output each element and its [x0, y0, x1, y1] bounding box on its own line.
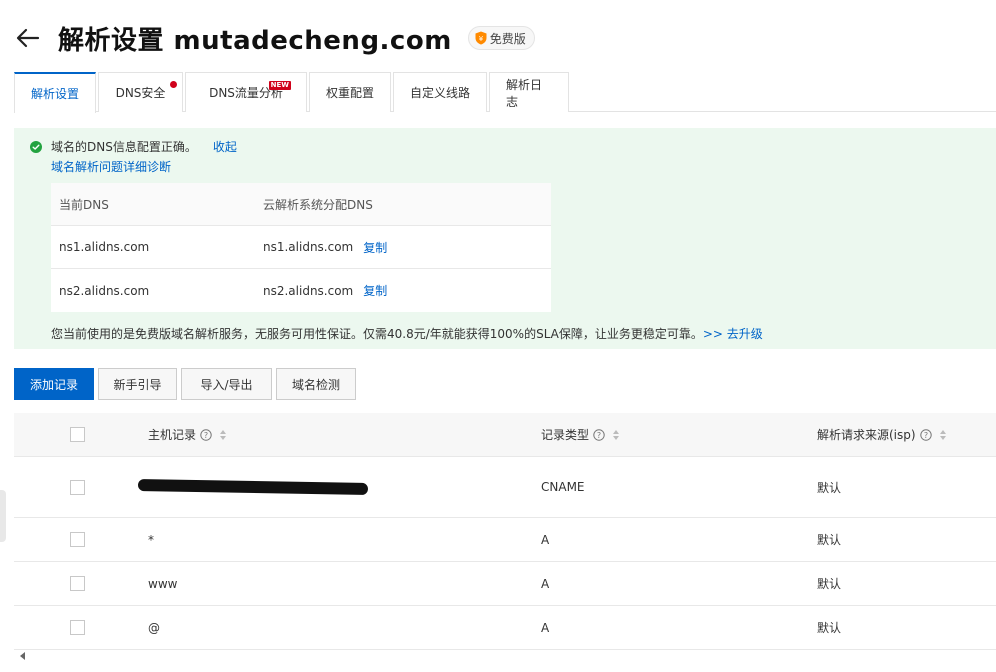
dns-table-row: ns1.alidns.com ns1.alidns.com 复制 [51, 226, 551, 269]
records-table: 主机记录 ? 记录类型 ? 解析请求来源(isp) ? CNAME 默认 * A… [14, 413, 996, 650]
svg-text:?: ? [923, 431, 927, 440]
tab-label: 权重配置 [326, 86, 375, 100]
svg-text:?: ? [597, 431, 601, 440]
col-isp-header: 解析请求来源(isp) ? [817, 426, 996, 443]
type-cell: CNAME [541, 480, 585, 494]
tab-dns-settings[interactable]: 解析设置 [14, 72, 96, 113]
dns-status-panel: 域名的DNS信息配置正确。 收起 域名解析问题详细诊断 当前DNS 云解析系统分… [14, 128, 996, 349]
svg-text:?: ? [204, 431, 208, 440]
side-panel-handle[interactable] [0, 490, 6, 542]
type-cell: A [541, 576, 550, 591]
dns-status-text: 域名的DNS信息配置正确。 [51, 140, 197, 154]
sort-icon[interactable] [939, 429, 946, 440]
upgrade-text: 您当前使用的是免费版域名解析服务，无服务可用性保证。仅需40.8元/年就能获得1… [51, 327, 703, 341]
dns-status-line: 域名的DNS信息配置正确。 收起 [30, 138, 237, 155]
tab-weight[interactable]: 权重配置 [309, 72, 391, 112]
dns-server-table: 当前DNS 云解析系统分配DNS ns1.alidns.com ns1.alid… [51, 183, 551, 312]
isp-cell: 默认 [817, 533, 842, 547]
table-row: CNAME 默认 [14, 457, 996, 518]
row-checkbox[interactable] [70, 532, 85, 547]
upgrade-notice: 您当前使用的是免费版域名解析服务，无服务可用性保证。仅需40.8元/年就能获得1… [51, 325, 763, 342]
row-checkbox[interactable] [70, 620, 85, 635]
host-cell [137, 478, 541, 496]
help-icon[interactable]: ? [593, 428, 605, 441]
type-cell: A [541, 532, 550, 547]
sort-icon[interactable] [220, 429, 227, 440]
table-row: @ A 默认 [14, 606, 996, 650]
import-export-button[interactable]: 导入/导出 [181, 368, 272, 400]
col-host-label: 主机记录 [148, 428, 197, 442]
page-title: 解析设置 mutadecheng.com [58, 25, 452, 56]
copy-button[interactable]: 复制 [363, 239, 387, 256]
page-header: 解析设置 mutadecheng.com ¥ 免费版 [14, 18, 535, 58]
upgrade-link[interactable]: >> 去升级 [703, 327, 763, 341]
host-cell: * [148, 532, 154, 547]
domain-check-button[interactable]: 域名检测 [276, 368, 356, 400]
help-icon[interactable]: ? [200, 428, 212, 441]
sort-icon[interactable] [613, 429, 620, 440]
dns-table-row: ns2.alidns.com ns2.alidns.com 复制 [51, 269, 551, 312]
redaction-mark [137, 478, 369, 496]
col-host-header: 主机记录 ? [148, 426, 541, 443]
scroll-left-icon[interactable] [20, 652, 25, 660]
current-dns-value: ns2.alidns.com [59, 283, 150, 298]
type-cell: A [541, 620, 550, 635]
svg-text:¥: ¥ [479, 35, 484, 43]
record-toolbar: 添加记录 新手引导 导入/导出 域名检测 [14, 368, 360, 400]
current-dns-value: ns1.alidns.com [59, 240, 150, 254]
col-assigned-dns: 云解析系统分配DNS [263, 197, 373, 212]
row-checkbox[interactable] [70, 479, 85, 495]
tab-resolve-log[interactable]: 解析日志 [489, 72, 569, 112]
shield-icon: ¥ [475, 31, 487, 45]
host-cell: @ [148, 620, 160, 635]
plan-badge-label: 免费版 [489, 31, 526, 46]
select-all-checkbox[interactable] [70, 427, 85, 442]
alert-dot-icon [170, 81, 177, 88]
table-row: www A 默认 [14, 562, 996, 606]
isp-cell: 默认 [817, 577, 842, 591]
diagnose-link[interactable]: 域名解析问题详细诊断 [51, 158, 171, 175]
isp-cell: 默认 [817, 621, 842, 635]
tab-dns-traffic[interactable]: DNS流量分析 NEW [185, 72, 307, 112]
tab-label: 自定义线路 [410, 86, 471, 100]
tab-label: DNS安全 [115, 86, 166, 100]
check-circle-icon [30, 140, 42, 153]
back-arrow-icon[interactable] [14, 24, 42, 52]
tab-label: 解析设置 [31, 87, 80, 101]
plan-badge: ¥ 免费版 [467, 26, 535, 50]
col-current-dns: 当前DNS [59, 197, 109, 212]
tab-bar: 解析设置 DNS安全 DNS流量分析 NEW 权重配置 自定义线路 解析日志 [14, 72, 996, 113]
records-table-header: 主机记录 ? 记录类型 ? 解析请求来源(isp) ? [14, 413, 996, 457]
guide-button[interactable]: 新手引导 [98, 368, 177, 400]
collapse-link[interactable]: 收起 [213, 138, 237, 155]
col-type-label: 记录类型 [541, 428, 590, 442]
col-type-header: 记录类型 ? [541, 426, 817, 443]
copy-button[interactable]: 复制 [363, 282, 387, 299]
table-row: * A 默认 [14, 518, 996, 562]
new-badge: NEW [268, 81, 291, 90]
isp-cell: 默认 [817, 480, 842, 495]
dns-table-header: 当前DNS 云解析系统分配DNS [51, 183, 551, 226]
add-record-button[interactable]: 添加记录 [14, 368, 94, 400]
col-isp-label: 解析请求来源(isp) [817, 428, 916, 442]
tab-dns-security[interactable]: DNS安全 [98, 72, 183, 112]
tab-label: 解析日志 [506, 77, 543, 109]
help-icon[interactable]: ? [919, 428, 932, 441]
tab-custom-line[interactable]: 自定义线路 [393, 72, 487, 112]
assigned-dns-value: ns1.alidns.com [263, 240, 354, 254]
host-cell: www [148, 576, 178, 591]
row-checkbox[interactable] [70, 576, 85, 591]
assigned-dns-value: ns2.alidns.com [263, 283, 354, 298]
